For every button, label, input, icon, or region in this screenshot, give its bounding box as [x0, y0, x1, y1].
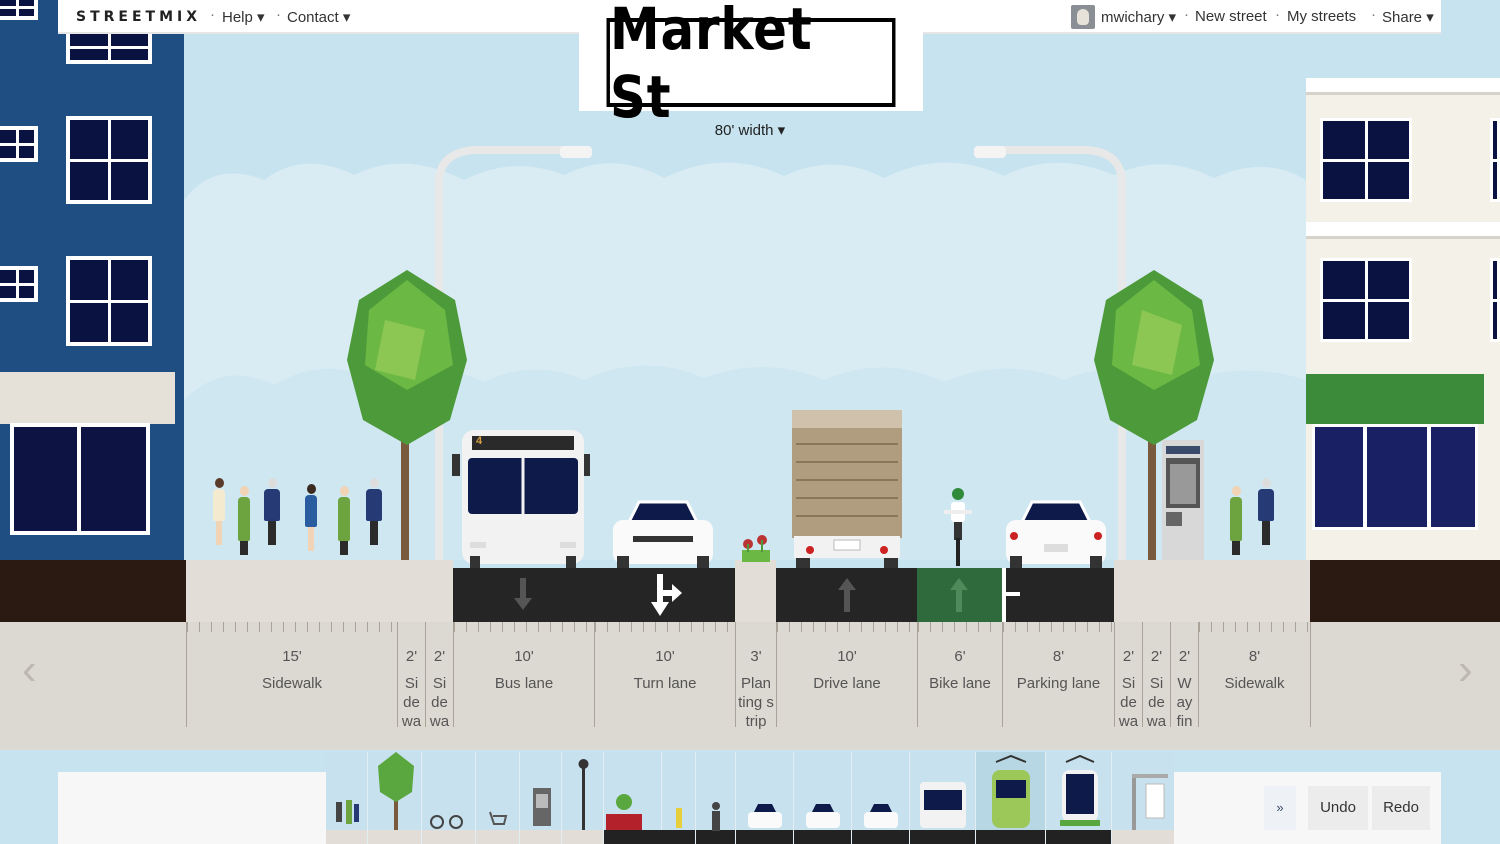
palette-lamp-post[interactable]	[562, 752, 604, 844]
palette-pedestrians[interactable]	[326, 752, 368, 844]
redo-button[interactable]: Redo	[1372, 786, 1430, 830]
bus[interactable]: 4	[452, 430, 590, 568]
undo-button[interactable]: Undo	[1308, 786, 1368, 830]
car[interactable]	[611, 498, 715, 570]
right-building-awning	[1292, 374, 1484, 424]
segment-sidewalk-left[interactable]	[186, 560, 453, 622]
building-window	[1320, 258, 1412, 342]
arrow-down-icon	[514, 578, 532, 610]
help-menu[interactable]: Help ▾	[222, 8, 265, 26]
street-name-sign[interactable]: Market St	[579, 0, 923, 131]
left-shop-window	[10, 423, 150, 535]
segment-planting-strip[interactable]	[735, 560, 776, 622]
building-window	[0, 0, 38, 20]
palette-tree[interactable]	[368, 752, 422, 844]
arrow-up-icon	[950, 578, 968, 612]
building-window	[66, 30, 152, 64]
turn-arrow-icon	[651, 574, 682, 616]
palette-planter[interactable]	[604, 752, 662, 844]
cyclist[interactable]	[942, 488, 974, 568]
wayfinding-kiosk	[1162, 440, 1204, 560]
pedestrian	[238, 486, 250, 555]
building-window	[0, 266, 38, 302]
right-building-base	[1310, 560, 1500, 622]
arrow-up-icon	[838, 578, 856, 612]
pedestrian	[305, 484, 317, 551]
segment-label[interactable]: 2' W ay fin	[1170, 622, 1198, 730]
menu-separator: ·	[210, 6, 215, 23]
palette-car-turn[interactable]	[794, 752, 852, 844]
my-streets-link[interactable]: My streets	[1287, 8, 1356, 25]
parked-car[interactable]	[1004, 498, 1108, 570]
left-building-awning	[0, 372, 175, 424]
segment-label[interactable]: 2' Si de wa	[397, 622, 425, 730]
pedestrian	[1230, 486, 1242, 555]
segment-label[interactable]: 15' Sidewalk	[186, 622, 397, 727]
menu-separator: ·	[1275, 6, 1280, 23]
building-window	[1320, 118, 1412, 202]
palette-hydrant[interactable]	[662, 752, 696, 844]
planter	[742, 535, 770, 562]
pedestrian	[338, 486, 350, 555]
left-building-base	[0, 560, 186, 622]
contact-menu[interactable]: Contact ▾	[287, 8, 350, 26]
building-window	[1490, 118, 1500, 202]
new-street-link[interactable]: New street	[1195, 8, 1267, 25]
scroll-right-arrow-icon[interactable]: ›	[1458, 645, 1473, 695]
building-ledge	[1306, 78, 1500, 95]
segment-label[interactable]: 8' Sidewalk	[1198, 622, 1311, 727]
segment-label[interactable]: 10' Turn lane	[594, 622, 735, 727]
parking-lane-tick	[1006, 592, 1020, 596]
pedestrian	[213, 478, 225, 545]
user-menu[interactable]: mwichary ▾	[1101, 8, 1176, 26]
segment-palette	[326, 752, 1174, 844]
street-width-selector[interactable]: 80' width ▾	[690, 121, 810, 139]
segment-label[interactable]: 8' Parking lane	[1002, 622, 1114, 727]
user-avatar[interactable]	[1071, 5, 1095, 29]
palette-newspaper-box[interactable]	[520, 752, 562, 844]
segment-label[interactable]: 2' Si de wa	[425, 622, 453, 730]
menu-separator: ·	[1371, 6, 1376, 23]
segment-label[interactable]: 2' Si de wa	[1142, 622, 1170, 730]
pedestrian	[366, 478, 382, 545]
building-window	[66, 256, 152, 346]
segment-label[interactable]: 3' Plan ting strip	[735, 622, 776, 730]
segment-label[interactable]: 10' Drive lane	[776, 622, 917, 727]
palette-cyclist[interactable]	[696, 752, 736, 844]
palette-bus-shelter[interactable]	[1112, 752, 1174, 844]
menu-separator: ·	[276, 6, 281, 23]
segment-label[interactable]: 10' Bus lane	[453, 622, 594, 727]
street-name[interactable]: Market St	[606, 0, 896, 131]
palette-bike-rack[interactable]	[422, 752, 476, 844]
segment-sidewalk-right[interactable]	[1114, 560, 1310, 622]
menu-separator: ·	[1184, 6, 1189, 23]
building-window	[66, 116, 152, 204]
palette-streetcar-green[interactable]	[976, 752, 1046, 844]
more-options-button[interactable]: »	[1264, 786, 1296, 830]
building-window	[1490, 258, 1500, 342]
truck[interactable]	[790, 410, 905, 570]
segment-labels-band: 15' Sidewalk 2' Si de wa 2' Si de wa 10' Bus…	[0, 622, 1500, 750]
pedestrian	[1258, 478, 1274, 545]
right-shop-window	[1312, 424, 1478, 530]
streetmix-logo[interactable]: STREETMIX	[76, 9, 201, 25]
palette-car[interactable]	[736, 752, 794, 844]
scroll-left-arrow-icon[interactable]: ‹	[22, 645, 37, 695]
pedestrian	[264, 478, 280, 545]
bus-route-number: 4	[476, 435, 483, 447]
segment-label[interactable]: 2' Si de wa	[1114, 622, 1142, 730]
palette-bus[interactable]	[910, 752, 976, 844]
segment-label[interactable]: 6' Bike lane	[917, 622, 1002, 727]
palette-car-small[interactable]	[852, 752, 910, 844]
palette-streetcar-blue[interactable]	[1046, 752, 1112, 844]
share-menu[interactable]: Share ▾	[1382, 8, 1434, 26]
building-ledge	[1306, 222, 1500, 239]
building-window	[0, 126, 38, 162]
palette-shopping-cart[interactable]	[476, 752, 520, 844]
